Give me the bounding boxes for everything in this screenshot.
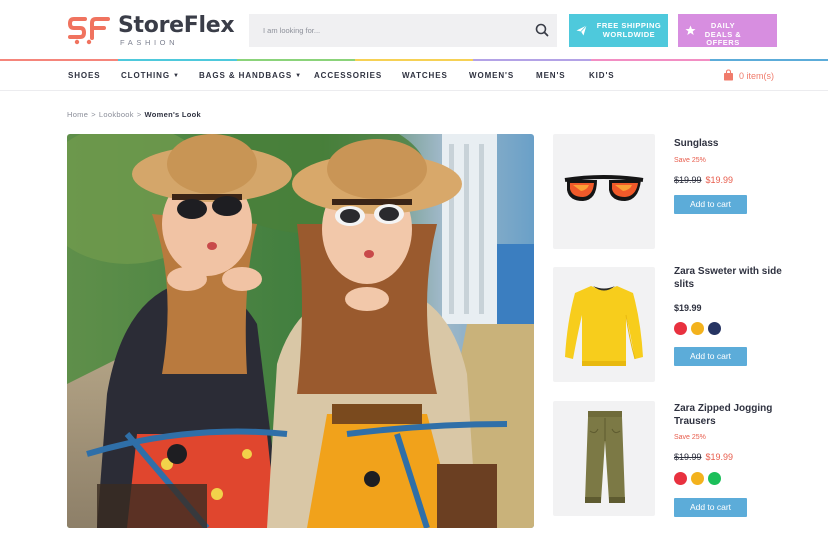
nav-item-bags-handbags[interactable]: BAGS & HANDBAGS ▼ <box>199 71 302 80</box>
color-swatches <box>674 322 721 335</box>
chevron-down-icon: ▼ <box>172 73 180 79</box>
brand-tagline: FASHION <box>120 38 179 47</box>
nav-item-clothing[interactable]: CLOTHING ▼ <box>121 71 180 80</box>
nav-label: WATCHES <box>402 71 448 80</box>
free-shipping-banner[interactable]: FREE SHIPPING WORLDWIDE <box>569 14 668 47</box>
sunglasses-icon <box>564 175 644 201</box>
product-name[interactable]: Sunglass <box>674 138 784 151</box>
star-icon <box>685 25 696 35</box>
nav-item-accessories[interactable]: ACCESSORIES <box>314 71 382 80</box>
color-swatches <box>674 472 721 485</box>
add-to-cart-button[interactable]: Add to cart <box>674 498 747 517</box>
breadcrumb-separator: > <box>91 110 96 119</box>
breadcrumb-current: Women's Look <box>144 110 202 119</box>
color-swatch[interactable] <box>674 322 687 335</box>
shopping-bag-icon <box>724 69 733 81</box>
chevron-down-icon: ▼ <box>295 73 302 79</box>
product-name[interactable]: Zara Zipped Jogging Trausers <box>674 403 784 428</box>
site-header: StoreFlex FASHION FREE SHIPPING WORLDWID… <box>0 0 828 60</box>
nav-label: WOMEN'S <box>469 71 515 80</box>
breadcrumb: Home > Lookbook > Women's Look <box>67 110 201 119</box>
add-to-cart-button[interactable]: Add to cart <box>674 195 747 214</box>
nav-label: CLOTHING <box>121 71 170 80</box>
daily-deals-label: DAILY DEALS & OFFERS <box>704 21 742 47</box>
product-discount: Save 25% <box>674 434 706 441</box>
product-sale-price: $19.99 <box>705 175 734 185</box>
product-name[interactable]: Zara Ssweter with side slits <box>674 266 784 291</box>
paper-plane-icon <box>576 25 587 36</box>
lookbook-hero-image <box>67 134 534 528</box>
breadcrumb-lookbook[interactable]: Lookbook <box>99 110 134 119</box>
nav-label: ACCESSORIES <box>314 71 383 80</box>
nav-item-womens[interactable]: WOMEN'S <box>469 71 514 80</box>
product-sale-price: $19.99 <box>705 452 734 462</box>
color-swatch[interactable] <box>691 472 704 485</box>
daily-deals-banner[interactable]: DAILY DEALS & OFFERS <box>678 14 777 47</box>
product-image-sunglass[interactable] <box>553 134 655 249</box>
nav-label: BAGS & HANDBAGS <box>199 71 293 80</box>
trousers-icon <box>585 411 625 503</box>
sweater-icon <box>565 286 643 366</box>
color-swatch[interactable] <box>708 472 721 485</box>
product-price: $19.99 <box>674 303 702 313</box>
product-old-price: $19.99 <box>674 175 702 185</box>
breadcrumb-separator: > <box>136 110 142 119</box>
product-price: $19.99 $19.99 <box>674 175 733 185</box>
search-input[interactable] <box>249 14 529 47</box>
two-women-with-bicycles-photo <box>67 134 534 528</box>
product-discount: Save 25% <box>674 157 706 164</box>
color-swatch[interactable] <box>674 472 687 485</box>
add-to-cart-button[interactable]: Add to cart <box>674 347 747 366</box>
search-bar <box>249 14 557 47</box>
cart-count: 0 item(s) <box>739 71 775 81</box>
nav-item-shoes[interactable]: SHOES <box>68 71 101 80</box>
product-old-price: $19.99 <box>674 452 702 462</box>
color-swatch[interactable] <box>708 322 721 335</box>
nav-label: SHOES <box>68 71 101 80</box>
brand-name: StoreFlex <box>118 13 235 38</box>
nav-label: KID'S <box>589 71 615 80</box>
nav-item-watches[interactable]: WATCHES <box>402 71 448 80</box>
nav-item-kids[interactable]: KID'S <box>589 71 615 80</box>
main-navigation: SHOES CLOTHING ▼ BAGS & HANDBAGS ▼ ACCESSO… <box>0 61 828 91</box>
brand-logo[interactable]: StoreFlex FASHION <box>68 13 238 47</box>
nav-label: MEN'S <box>536 71 566 80</box>
nav-item-mens[interactable]: MEN'S <box>536 71 566 80</box>
color-swatch[interactable] <box>691 322 704 335</box>
product-image-sweater[interactable] <box>553 267 655 382</box>
product-price: $19.99 $19.99 <box>674 452 733 462</box>
breadcrumb-home[interactable]: Home <box>67 110 88 119</box>
search-icon[interactable] <box>534 22 551 39</box>
product-image-trousers[interactable] <box>553 401 655 516</box>
storeflex-logo-icon <box>68 17 110 45</box>
free-shipping-label: FREE SHIPPING WORLDWIDE <box>596 21 662 39</box>
